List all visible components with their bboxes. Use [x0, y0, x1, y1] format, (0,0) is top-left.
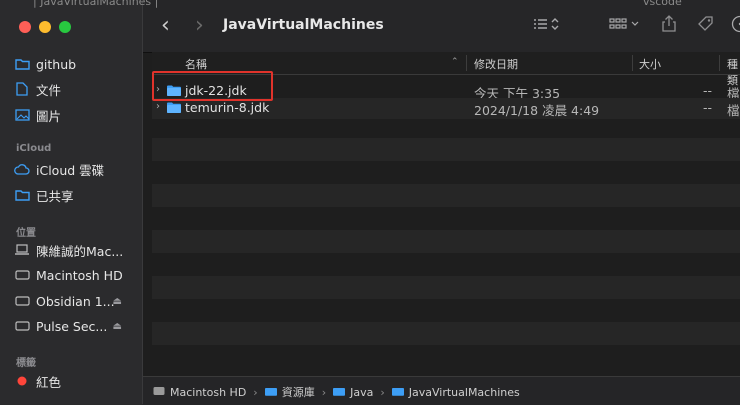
laptop-icon: [14, 242, 30, 258]
finder-window: github 文件 圖片 iCloud iCloud 雲碟 已共享: [0, 0, 740, 404]
folder-icon: [167, 102, 181, 113]
sidebar-section-locations: 位置: [16, 224, 36, 239]
disk-icon: [14, 267, 30, 283]
back-button[interactable]: ‹: [161, 15, 170, 37]
folder-icon: [14, 56, 30, 72]
tag-icon[interactable]: [697, 15, 715, 37]
disk-icon: [14, 293, 30, 309]
path-crumbs: Macintosh HD › 資源庫 › Java › JavaVirtualM…: [153, 384, 520, 400]
file-size: --: [703, 83, 712, 98]
shared-folder-icon: [14, 187, 30, 203]
sidebar-item-documents[interactable]: 文件: [14, 78, 136, 100]
path-crumb-disk[interactable]: Macintosh HD: [170, 386, 246, 399]
sidebar-item-icloud-drive[interactable]: iCloud 雲碟: [14, 158, 136, 180]
sidebar-item-mac[interactable]: 陳維誠的Mac...: [14, 239, 136, 261]
disk-icon: [153, 386, 165, 399]
sidebar-item-obsidian[interactable]: Obsidian 1... ⏏: [14, 290, 136, 312]
column-header-name[interactable]: 名稱: [185, 56, 207, 72]
column-header-size[interactable]: 大小: [639, 56, 661, 72]
disk-icon: [14, 318, 30, 334]
sidebar-item-tag-red[interactable]: 紅色: [14, 370, 136, 392]
window-title: JavaVirtualMachines: [223, 17, 384, 33]
list-view-icon[interactable]: [533, 17, 561, 35]
more-actions-icon[interactable]: [731, 15, 740, 37]
file-date: 2024/1/18 凌晨 4:49: [474, 100, 599, 119]
sidebar-item-macintosh-hd[interactable]: Macintosh HD: [14, 264, 136, 286]
sidebar-item-pictures[interactable]: 圖片: [14, 104, 136, 126]
close-button[interactable]: [19, 21, 31, 33]
annotation-highlight-box: [152, 71, 273, 101]
path-crumb-jvm[interactable]: JavaVirtualMachines: [409, 386, 520, 399]
sidebar-section-tags: 標籤: [16, 354, 36, 369]
sort-ascending-icon[interactable]: ⌃: [451, 57, 459, 67]
sidebar-item-pulse[interactable]: Pulse Sec... ⏏: [14, 315, 136, 337]
column-header-date[interactable]: 修改日期: [474, 56, 518, 72]
folder-icon: [333, 386, 345, 399]
file-name: temurin-8.jdk: [185, 100, 269, 115]
tag-color-dot-icon: [14, 373, 30, 389]
sidebar: github 文件 圖片 iCloud iCloud 雲碟 已共享: [0, 0, 143, 404]
path-bar: Macintosh HD › 資源庫 › Java › JavaVirtualM…: [143, 376, 740, 405]
path-crumb-library[interactable]: 資源庫: [282, 384, 315, 400]
forward-button[interactable]: ›: [195, 15, 204, 37]
disclosure-chevron-icon[interactable]: ›: [156, 101, 160, 112]
folder-icon: [265, 386, 277, 399]
file-kind: 檔案夾: [727, 100, 740, 119]
folder-icon: [392, 386, 404, 399]
path-crumb-java[interactable]: Java: [350, 386, 373, 399]
background-window-text: vscode: [643, 0, 682, 8]
cloud-icon: [14, 161, 30, 177]
background-window-title: | JavaVirtualMachines |: [33, 0, 158, 8]
zoom-button[interactable]: [59, 21, 71, 33]
group-view-icon[interactable]: [609, 17, 641, 35]
window-controls: [19, 21, 71, 33]
eject-icon[interactable]: ⏏: [113, 321, 122, 332]
file-size: --: [703, 100, 712, 115]
toolbar: | JavaVirtualMachines | vscode ‹ › JavaV…: [143, 0, 740, 53]
eject-icon[interactable]: ⏏: [113, 296, 122, 307]
minimize-button[interactable]: [39, 21, 51, 33]
share-icon[interactable]: [662, 15, 676, 36]
sidebar-item-github[interactable]: github: [14, 53, 136, 75]
table-row[interactable]: › temurin-8.jdk 2024/1/18 凌晨 4:49 -- 檔案夾: [152, 98, 740, 119]
sidebar-item-shared[interactable]: 已共享: [14, 184, 136, 206]
document-icon: [14, 81, 30, 97]
sidebar-section-icloud: iCloud: [16, 143, 51, 154]
file-list: › jdk-22.jdk 今天 下午 3:35 -- 檔案夾 › temurin…: [152, 76, 740, 376]
photo-icon: [14, 107, 30, 123]
